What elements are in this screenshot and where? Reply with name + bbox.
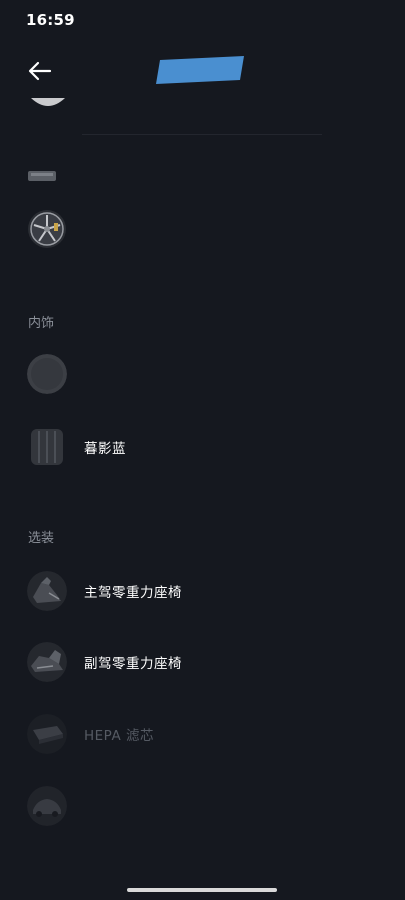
item-label: HEPA 滤芯 <box>84 728 154 744</box>
wheel-rim-thumb <box>27 209 67 249</box>
car-accessory-thumb <box>27 786 67 826</box>
small-car-part-thumb <box>28 171 56 181</box>
passenger-seat-thumb <box>27 642 67 682</box>
list-item-wheel[interactable] <box>0 201 405 257</box>
home-indicator[interactable] <box>127 888 277 892</box>
status-bar: 16:59 <box>0 0 405 40</box>
title-redaction <box>156 56 244 84</box>
status-time: 16:59 <box>26 11 75 29</box>
item-label: 暮影蓝 <box>84 441 126 457</box>
list-item-dusk-blue[interactable]: 暮影蓝 <box>0 419 405 475</box>
list-item-driver-seat[interactable]: 主驾零重力座椅 <box>0 563 405 619</box>
partial-wheel-thumb <box>31 98 65 106</box>
list-item-passenger-seat[interactable]: 副驾零重力座椅 <box>0 634 405 690</box>
dark-fabric-thumb <box>27 354 67 394</box>
item-label: 副驾零重力座椅 <box>84 656 182 672</box>
back-button[interactable] <box>22 56 58 86</box>
driver-seat-thumb <box>27 571 67 611</box>
list-item-accessory[interactable] <box>0 778 405 834</box>
section-label-interior: 内饰 <box>28 316 55 331</box>
seat-panel-thumb <box>27 427 67 467</box>
divider <box>82 134 322 135</box>
item-label: 主驾零重力座椅 <box>84 585 182 601</box>
hepa-filter-thumb <box>27 714 67 754</box>
header <box>0 40 405 100</box>
arrow-left-icon <box>28 61 52 81</box>
section-label-options: 选装 <box>28 531 55 546</box>
list-item-hepa[interactable]: HEPA 滤芯 <box>0 706 405 762</box>
list-item-fabric[interactable] <box>0 346 405 402</box>
